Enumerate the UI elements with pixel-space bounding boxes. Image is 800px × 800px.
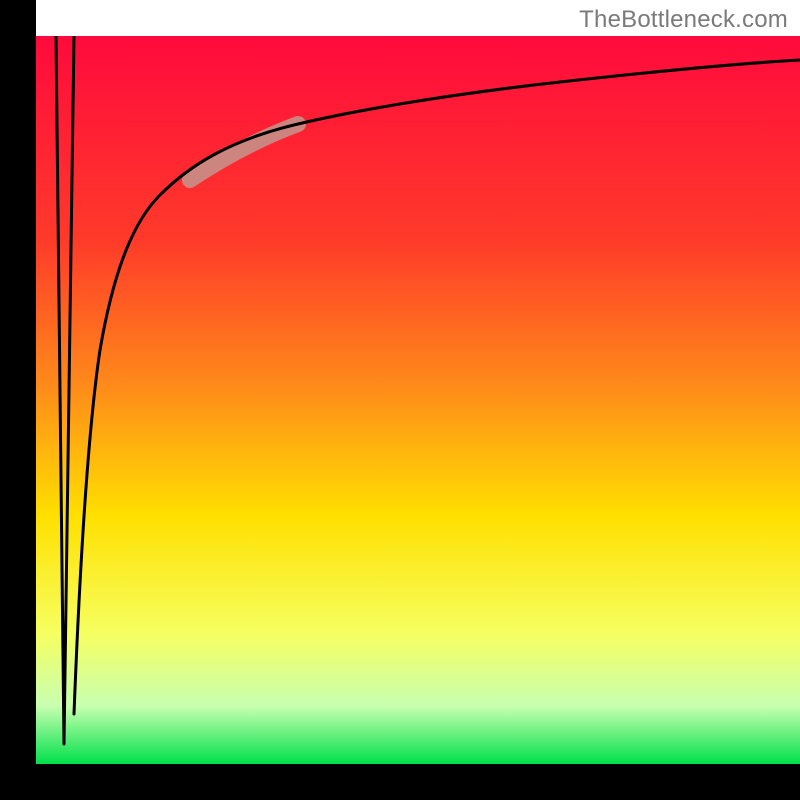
plot-background <box>36 36 800 764</box>
frame-left <box>0 0 36 800</box>
frame-bottom <box>0 764 800 800</box>
chart-stage: TheBottleneck.com <box>0 0 800 800</box>
watermark-text: TheBottleneck.com <box>579 6 788 34</box>
chart-svg <box>0 0 800 800</box>
